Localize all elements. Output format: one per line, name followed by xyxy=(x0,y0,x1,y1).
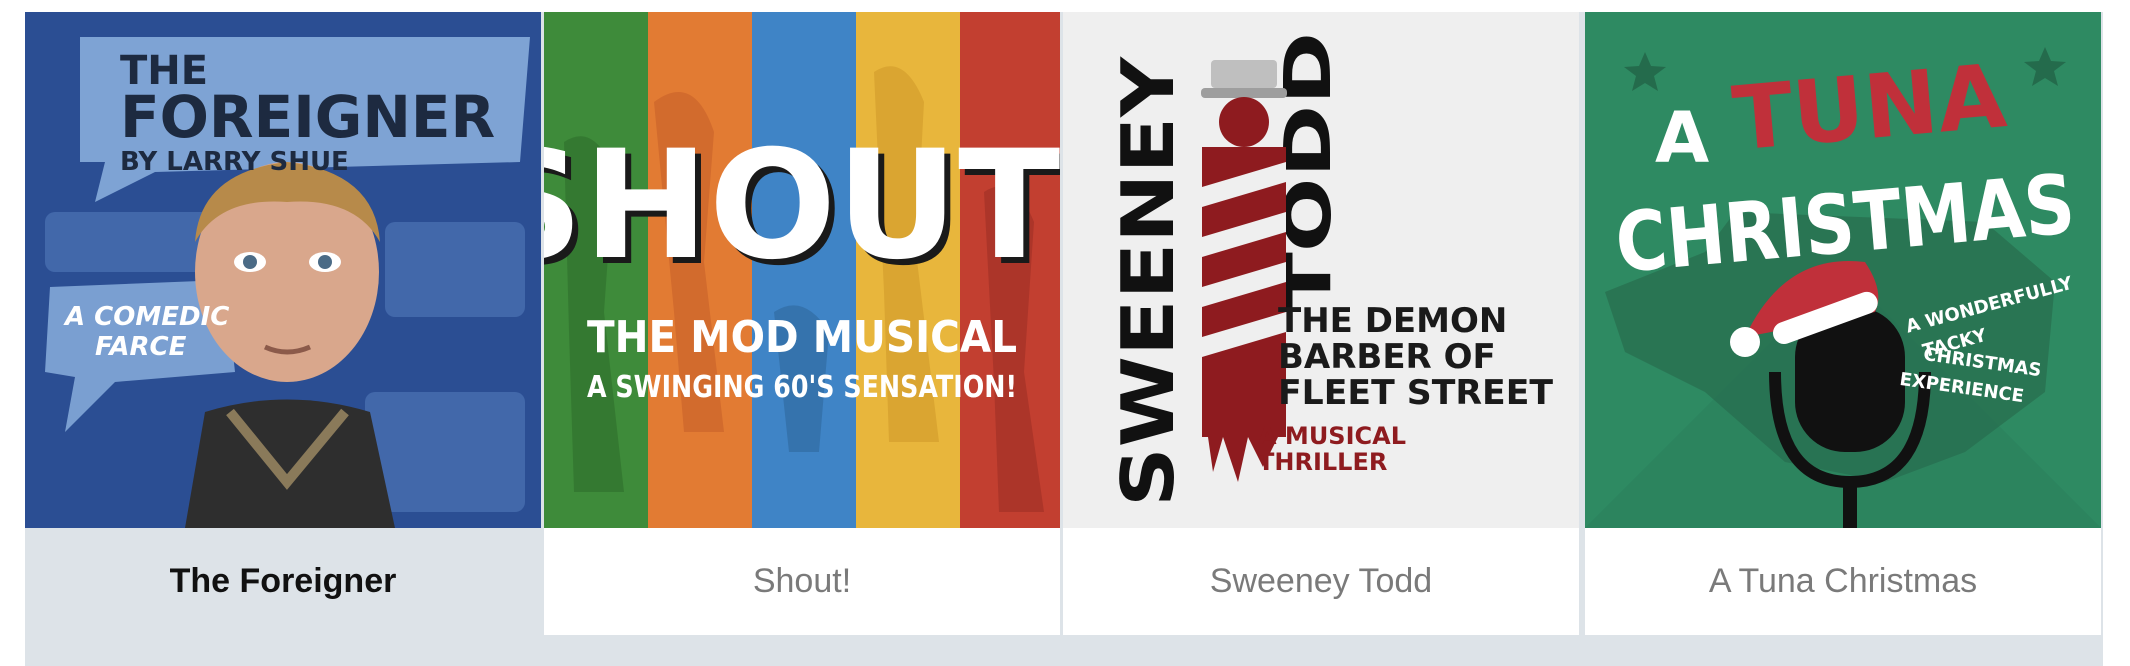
sweeney-tag3: FLEET STREET xyxy=(1278,373,1554,413)
sweeney-poster-art: SWEENEY TODD THE DEMON BARBER OF FLEET S… xyxy=(1063,12,1579,528)
show-poster: THE FOREIGNER BY LARRY SHUE A COMEDIC FA… xyxy=(25,12,541,528)
shout-subtitle1: THE MOD MUSICAL xyxy=(587,312,1017,363)
tuna-poster-art: A TUNA CHRISTMAS A WONDERFULLY TACKY CHR… xyxy=(1585,12,2101,528)
foreigner-bubble2: FARCE xyxy=(95,332,187,362)
sweeney-tag1: THE DEMON xyxy=(1278,301,1507,341)
sweeney-vertical1: SWEENEY xyxy=(1106,56,1190,507)
show-card-the-foreigner[interactable]: THE FOREIGNER BY LARRY SHUE A COMEDIC FA… xyxy=(25,12,541,635)
shout-poster-art: SHOUT! SHOUT! THE MOD MUSICAL A SWINGING… xyxy=(544,12,1060,528)
show-poster: SHOUT! SHOUT! THE MOD MUSICAL A SWINGING… xyxy=(544,12,1060,528)
foreigner-bubble1: A COMEDIC xyxy=(63,302,229,332)
sweeney-red2: THRILLER xyxy=(1258,448,1387,476)
sweeney-red1: A MUSICAL xyxy=(1258,422,1406,450)
foreigner-line2: FOREIGNER xyxy=(120,83,495,151)
show-title-label[interactable]: Shout! xyxy=(544,528,1060,635)
show-card-sweeney-todd[interactable]: SWEENEY TODD THE DEMON BARBER OF FLEET S… xyxy=(1063,12,1579,635)
foreigner-line3: BY LARRY SHUE xyxy=(120,147,349,177)
shout-subtitle2: A SWINGING 60'S SENSATION! xyxy=(587,370,1017,405)
foreigner-poster-art: THE FOREIGNER BY LARRY SHUE A COMEDIC FA… xyxy=(25,12,541,528)
shout-big-title: SHOUT! xyxy=(544,119,1060,293)
show-title-label[interactable]: Sweeney Todd xyxy=(1063,528,1579,635)
show-card-a-tuna-christmas[interactable]: A TUNA CHRISTMAS A WONDERFULLY TACKY CHR… xyxy=(1585,12,2101,635)
show-poster: A TUNA CHRISTMAS A WONDERFULLY TACKY CHR… xyxy=(1585,12,2101,528)
show-title-label[interactable]: The Foreigner xyxy=(25,528,541,635)
show-title-label[interactable]: A Tuna Christmas xyxy=(1585,528,2101,635)
show-poster: SWEENEY TODD THE DEMON BARBER OF FLEET S… xyxy=(1063,12,1579,528)
sweeney-tag2: BARBER OF xyxy=(1278,337,1496,377)
show-card-shout[interactable]: SHOUT! SHOUT! THE MOD MUSICAL A SWINGING… xyxy=(544,12,1060,635)
tuna-a: A xyxy=(1655,97,1709,179)
